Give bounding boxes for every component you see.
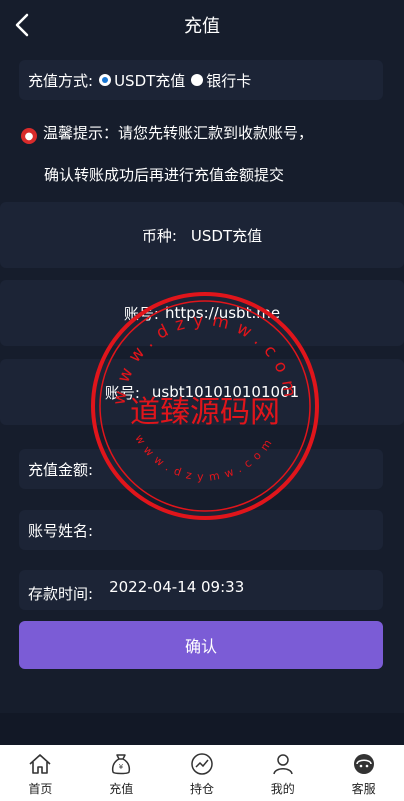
tab-support-label: 客服 [351, 782, 376, 796]
tab-holdings[interactable]: 持仓 [162, 745, 243, 801]
header: 充值 [0, 0, 404, 50]
tab-recharge-label: 充值 [109, 782, 134, 796]
option-usdt-label[interactable]: USDT充值 [114, 70, 185, 91]
svg-text:¥: ¥ [119, 763, 124, 771]
tab-support[interactable]: 客服 [323, 745, 404, 801]
tab-home[interactable]: 首页 [0, 745, 81, 801]
support-icon [353, 754, 374, 774]
radio-usdt[interactable] [99, 74, 112, 86]
tab-home-label: 首页 [28, 782, 53, 796]
page-title: 充值 [184, 16, 220, 37]
warning-icon: ● [21, 128, 37, 144]
account-number-label: 账号: [104, 383, 140, 402]
money-bag-icon: ¥ [112, 754, 131, 775]
bottom-tab-bar: 首页 ¥ 充值 持仓 我的 客服 [0, 745, 404, 801]
account-number-value[interactable]: usbt101010101001 [152, 383, 299, 401]
home-icon [29, 754, 51, 774]
tab-holdings-label: 持仓 [189, 782, 214, 796]
currency-value: USDT充值 [190, 226, 263, 245]
confirm-button[interactable]: 确认 [19, 621, 383, 669]
account-number-card: 账号: usbt101010101001 [0, 359, 404, 425]
deposit-time-label: 存款时间: [28, 584, 94, 603]
account-url-value[interactable]: https://usbt.me [165, 304, 280, 322]
account-name-label: 账号姓名: [28, 521, 94, 540]
amount-field[interactable]: 充值金额: [19, 449, 383, 489]
option-bank-card-label[interactable]: 银行卡 [206, 70, 251, 91]
currency-card: 币种: USDT充值 [0, 202, 404, 268]
chart-icon [191, 753, 213, 775]
amount-label: 充值金额: [28, 460, 94, 479]
chevron-left-icon [15, 13, 29, 37]
tab-mine-label: 我的 [270, 782, 295, 796]
method-label: 充值方式: [28, 71, 94, 90]
currency-label: 币种: [141, 226, 177, 245]
tip-line-1: 温馨提示：请您先转账汇款到收款账号， [43, 124, 314, 142]
deposit-time-value[interactable]: 2022-04-14 09:33 [109, 578, 244, 596]
tab-mine[interactable]: 我的 [242, 745, 323, 801]
account-name-field[interactable]: 账号姓名: [19, 510, 383, 550]
tip-line-2: 确认转账成功后再进行充值金额提交 [44, 166, 285, 184]
radio-bank-card[interactable] [191, 74, 204, 86]
account-url-card: 账号: https://usbt.me [0, 280, 404, 346]
footer-spacer [0, 713, 404, 745]
deposit-time-field[interactable]: 存款时间: 2022-04-14 09:33 [19, 570, 383, 610]
recharge-method-row: 充值方式: USDT充值 银行卡 [19, 60, 383, 100]
tab-recharge[interactable]: ¥ 充值 [81, 745, 162, 801]
back-button[interactable] [8, 10, 36, 40]
account-url-label: 账号: [123, 304, 159, 323]
user-icon [273, 754, 293, 775]
